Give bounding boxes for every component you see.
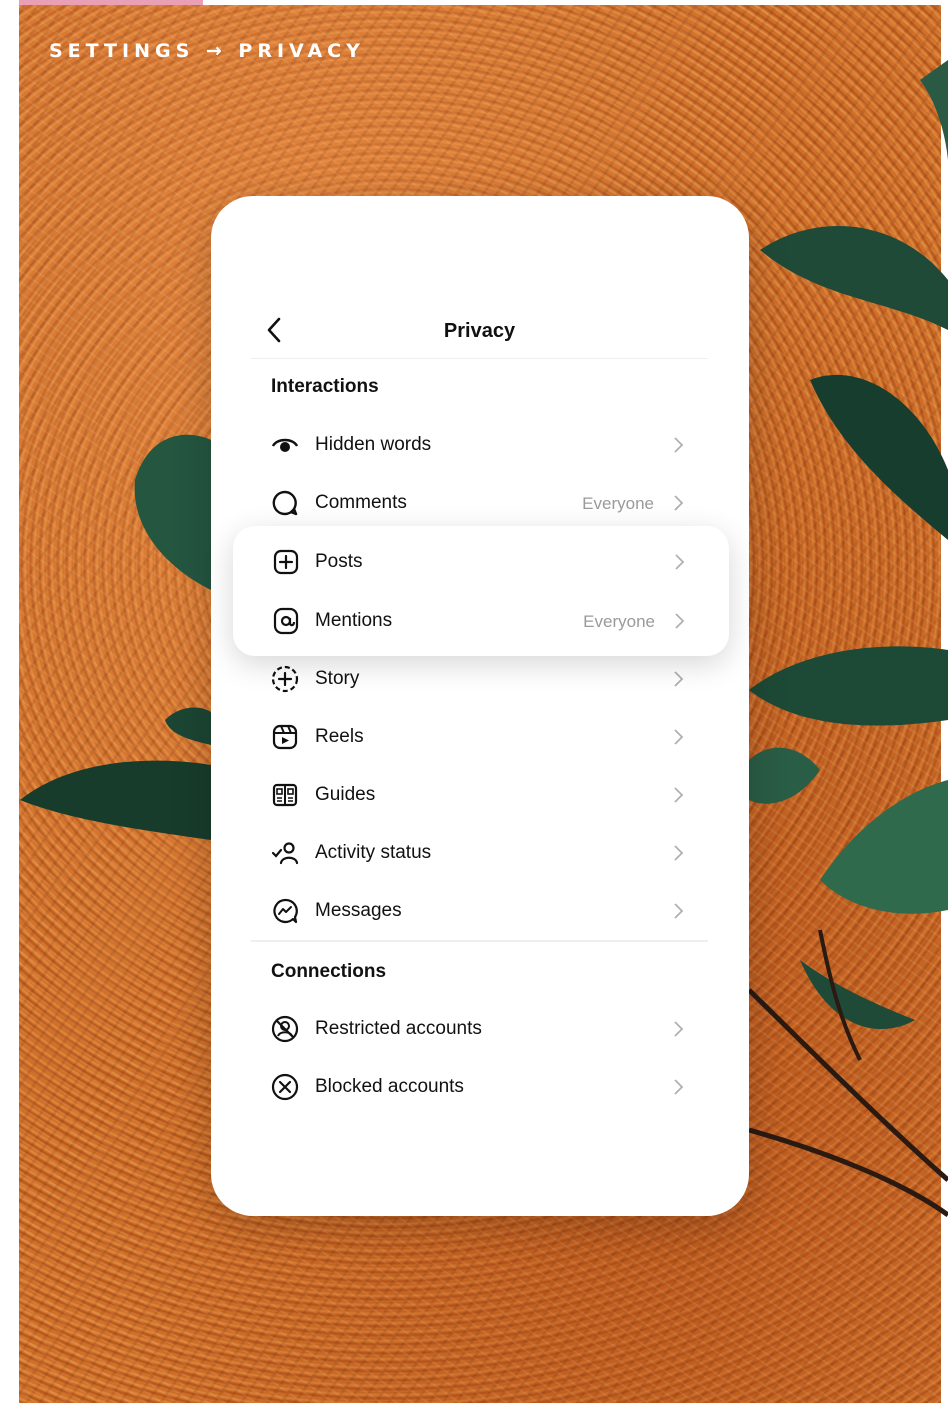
at-icon: [272, 607, 300, 635]
activity-status-icon: [271, 839, 299, 867]
row-label: Mentions: [315, 610, 393, 631]
settings-row-comments[interactable]: Comments Everyone: [211, 474, 749, 532]
chevron-right-icon: [672, 901, 684, 926]
page-title: Privacy: [443, 320, 516, 342]
chevron-right-icon: [673, 611, 685, 636]
chevron-right-icon: [672, 727, 684, 752]
chevron-right-icon: [672, 785, 684, 810]
highlighted-settings-group: Posts Mentions Everyone: [233, 526, 729, 656]
row-label: Reels: [315, 726, 364, 747]
header: Privacy: [251, 306, 708, 359]
row-label: Activity status: [315, 842, 432, 863]
section-interactions: Interactions: [271, 376, 379, 397]
story-add-icon: [271, 665, 299, 693]
chevron-right-icon: [672, 843, 684, 868]
chevron-right-icon: [673, 552, 685, 577]
settings-row-guides[interactable]: Guides: [211, 766, 749, 824]
section-connections: Connections: [271, 961, 387, 982]
section-divider: [251, 940, 708, 942]
breadcrumb: SETTINGS → PRIVACY: [49, 40, 365, 62]
chevron-right-icon: [672, 435, 684, 460]
messenger-icon: [271, 897, 299, 925]
restricted-icon: [271, 1015, 299, 1043]
eye-icon: [271, 431, 299, 459]
chevron-right-icon: [672, 1077, 684, 1102]
settings-row-messages[interactable]: Messages: [211, 882, 749, 940]
row-label: Posts: [315, 551, 363, 572]
row-label: Guides: [315, 784, 376, 805]
row-value: Everyone: [582, 494, 654, 513]
settings-row-mentions[interactable]: Mentions Everyone: [233, 592, 729, 650]
settings-row-blocked-accounts[interactable]: Blocked accounts: [211, 1058, 749, 1116]
comment-icon: [271, 489, 299, 517]
reels-icon: [271, 723, 299, 751]
settings-row-activity-status[interactable]: Activity status: [211, 824, 749, 882]
privacy-settings-card: Privacy Interactions Hidden words Commen…: [211, 196, 749, 1216]
row-label: Comments: [315, 492, 407, 513]
settings-row-hidden-words[interactable]: Hidden words: [211, 416, 749, 474]
row-label: Hidden words: [315, 434, 432, 455]
row-label: Messages: [315, 900, 402, 921]
settings-row-restricted-accounts[interactable]: Restricted accounts: [211, 1000, 749, 1058]
row-value: Everyone: [583, 612, 655, 631]
plus-square-icon: [272, 548, 300, 576]
settings-row-posts[interactable]: Posts: [233, 533, 729, 591]
row-label: Story: [315, 668, 360, 689]
chevron-right-icon: [672, 669, 684, 694]
row-label: Blocked accounts: [315, 1076, 464, 1097]
settings-row-reels[interactable]: Reels: [211, 708, 749, 766]
chevron-right-icon: [672, 1019, 684, 1044]
blocked-icon: [271, 1073, 299, 1101]
row-label: Restricted accounts: [315, 1018, 482, 1039]
guides-icon: [271, 781, 299, 809]
settings-row-story[interactable]: Story: [211, 650, 749, 708]
chevron-right-icon: [672, 493, 684, 518]
